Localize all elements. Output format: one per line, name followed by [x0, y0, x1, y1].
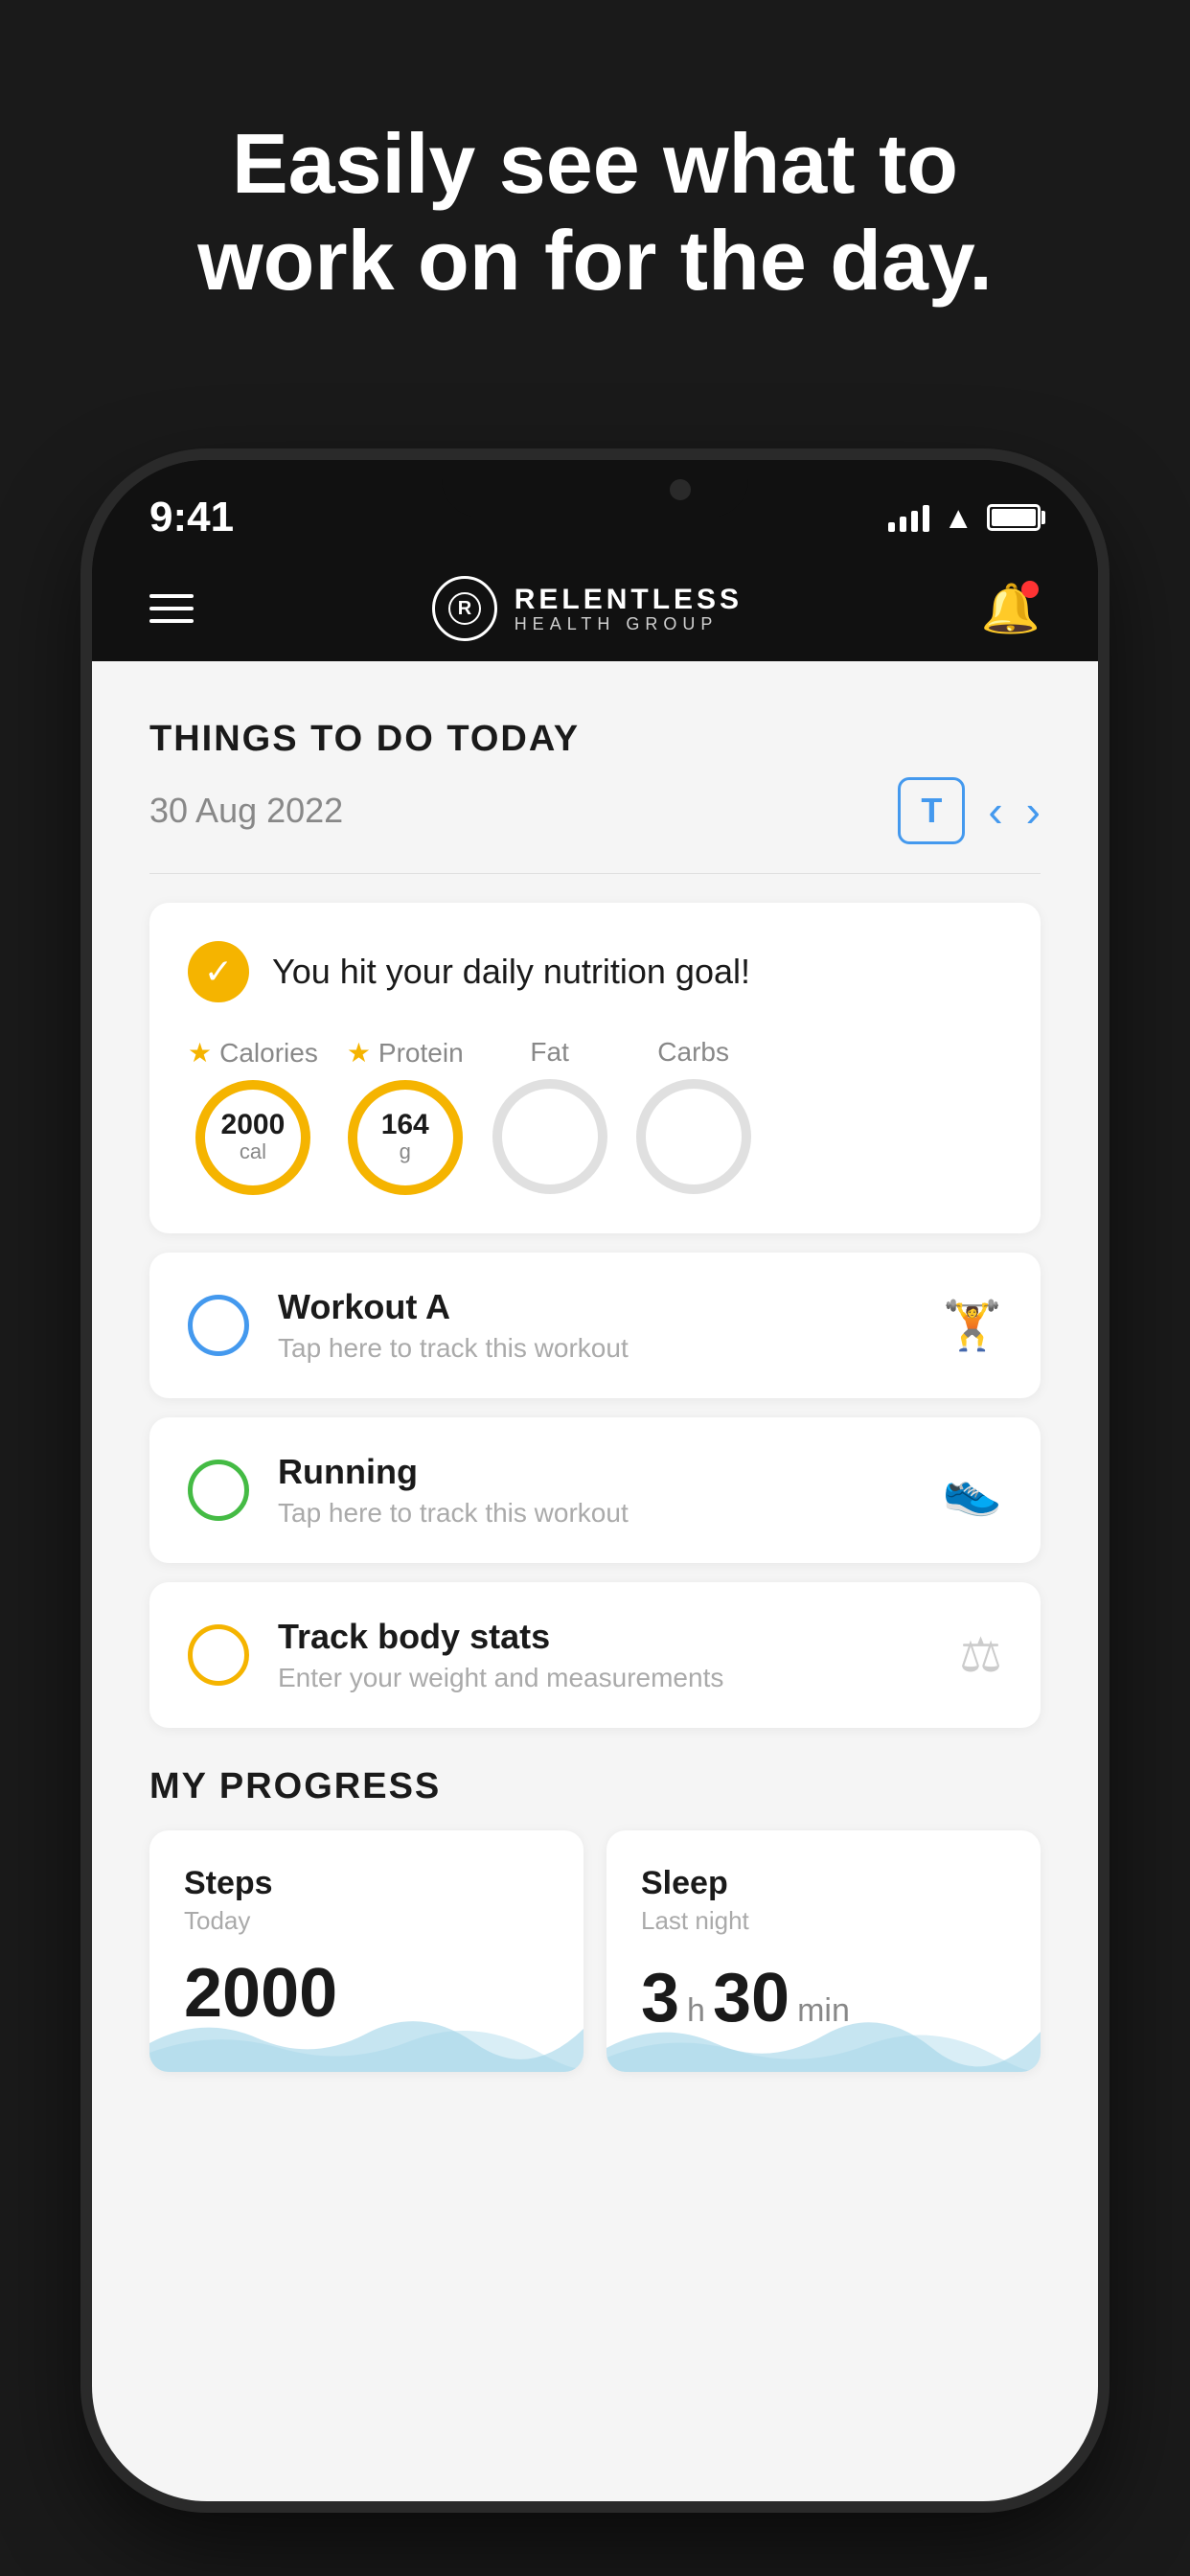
brand-sub: HEALTH GROUP: [515, 615, 743, 634]
status-icons: ▲: [888, 500, 1041, 536]
nutrition-goal-text: You hit your daily nutrition goal!: [272, 952, 750, 992]
task-name: Track body stats: [278, 1617, 930, 1657]
task-running[interactable]: Running Tap here to track this workout 👟: [149, 1417, 1041, 1563]
app-content: THINGS TO DO TODAY 30 Aug 2022 T ‹ › ✓ Y…: [92, 661, 1098, 2501]
task-workout[interactable]: Workout A Tap here to track this workout…: [149, 1253, 1041, 1398]
date-nav: 30 Aug 2022 T ‹ ›: [149, 777, 1041, 874]
nutrition-check: ✓: [188, 941, 249, 1002]
notification-bell[interactable]: 🔔: [981, 581, 1041, 637]
nutrition-header: ✓ You hit your daily nutrition goal!: [188, 941, 1002, 1002]
logo-circle: R: [432, 576, 497, 641]
section-title: THINGS TO DO TODAY: [149, 719, 1041, 760]
macro-label: Carbs: [657, 1037, 729, 1068]
date-display: 30 Aug 2022: [149, 791, 343, 831]
scale-icon: ⚖: [959, 1627, 1002, 1683]
sleep-card: Sleep Last night 3 h 30 min: [606, 1830, 1041, 2072]
macro-value: 164: [381, 1111, 429, 1139]
macro-value: 2000: [221, 1111, 286, 1139]
macro-ring: [492, 1079, 607, 1194]
macro-ring: 2000 cal: [195, 1080, 310, 1195]
nutrition-card: ✓ You hit your daily nutrition goal! ★ C…: [149, 903, 1041, 1233]
sleep-subtitle: Last night: [641, 1906, 1006, 1936]
wifi-icon: ▲: [943, 500, 973, 536]
notch: [442, 460, 748, 518]
steps-wave: [149, 2005, 584, 2072]
task-checkbox[interactable]: [188, 1295, 249, 1356]
macro-protein: ★ Protein 164 g: [347, 1037, 464, 1195]
macro-fat: Fat: [492, 1037, 607, 1194]
macro-ring: 164 g: [348, 1080, 463, 1195]
sleep-wave: [606, 2005, 1041, 2072]
notification-dot: [1021, 581, 1039, 598]
sleep-title: Sleep: [641, 1865, 1006, 1902]
signal-icon: [888, 503, 929, 532]
macro-carbs: Carbs: [636, 1037, 751, 1194]
dumbbell-icon: 🏋: [943, 1298, 1002, 1354]
macro-unit: g: [400, 1139, 411, 1164]
macro-ring: [636, 1079, 751, 1194]
task-name: Running: [278, 1452, 914, 1492]
task-checkbox[interactable]: [188, 1460, 249, 1521]
steps-subtitle: Today: [184, 1906, 549, 1936]
steps-card: Steps Today 2000: [149, 1830, 584, 2072]
task-body-stats[interactable]: Track body stats Enter your weight and m…: [149, 1582, 1041, 1728]
today-button[interactable]: T: [898, 777, 965, 844]
task-desc: Tap here to track this workout: [278, 1333, 914, 1364]
progress-section: MY PROGRESS Steps Today 2000: [149, 1766, 1041, 2072]
progress-title: MY PROGRESS: [149, 1766, 1041, 1807]
hamburger-menu[interactable]: [149, 594, 194, 623]
battery-icon: [987, 504, 1041, 531]
star-icon: ★: [188, 1037, 212, 1069]
macro-label: Fat: [530, 1037, 568, 1068]
macro-label: Calories: [219, 1038, 318, 1069]
task-desc: Tap here to track this workout: [278, 1498, 914, 1529]
macro-label: Protein: [378, 1038, 464, 1069]
date-controls: T ‹ ›: [898, 777, 1041, 844]
brand-name: RELENTLESS: [515, 584, 743, 615]
task-desc: Enter your weight and measurements: [278, 1663, 930, 1693]
camera: [670, 479, 691, 500]
shoe-icon: 👟: [943, 1462, 1002, 1519]
logo: R RELENTLESS HEALTH GROUP: [432, 576, 743, 641]
status-time: 9:41: [149, 494, 234, 541]
svg-text:R: R: [457, 598, 471, 619]
task-name: Workout A: [278, 1287, 914, 1327]
steps-title: Steps: [184, 1865, 549, 1902]
progress-cards: Steps Today 2000 Sleep Last night: [149, 1830, 1041, 2072]
app-header: R RELENTLESS HEALTH GROUP 🔔: [92, 556, 1098, 661]
prev-day-button[interactable]: ‹: [988, 785, 1002, 837]
next-day-button[interactable]: ›: [1026, 785, 1041, 837]
hero-text: Easily see what to work on for the day.: [0, 115, 1190, 309]
macro-calories: ★ Calories 2000 cal: [188, 1037, 318, 1195]
phone-frame: 9:41 ▲ R: [92, 460, 1098, 2501]
task-checkbox[interactable]: [188, 1624, 249, 1686]
star-icon: ★: [347, 1037, 371, 1069]
macro-unit: cal: [240, 1139, 266, 1164]
nutrition-macros: ★ Calories 2000 cal ★ Protein 164: [188, 1037, 1002, 1195]
